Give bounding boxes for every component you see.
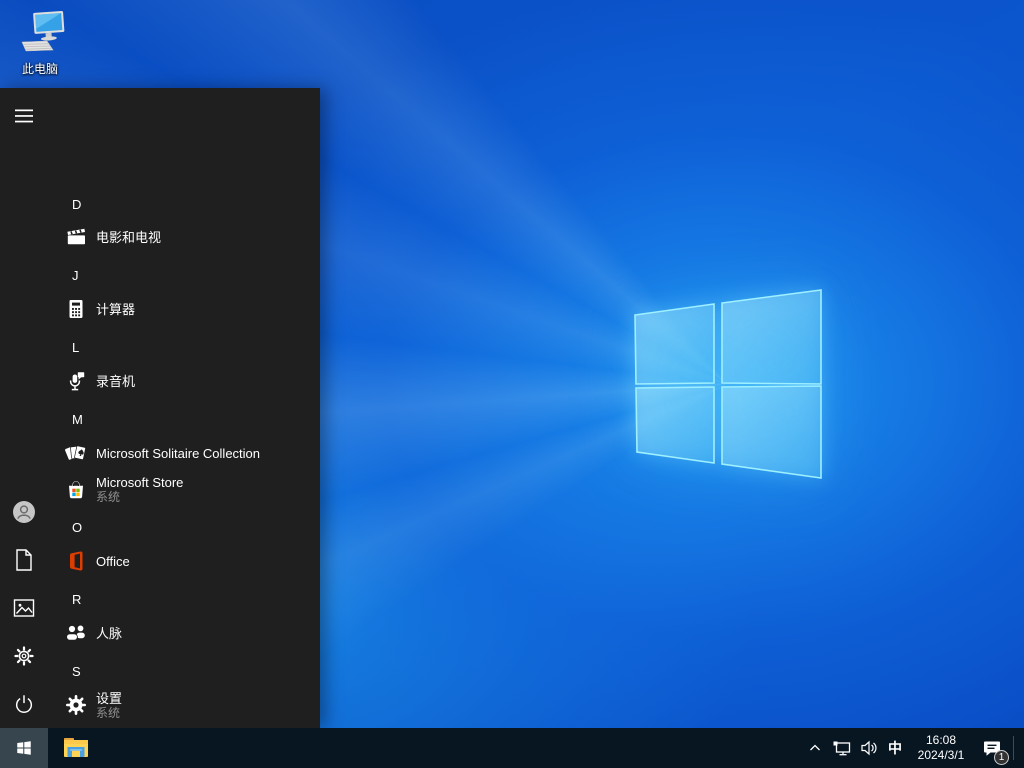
this-pc-label: 此电脑 — [21, 62, 58, 76]
letter-header-o[interactable]: O — [0, 510, 320, 544]
app-label: 录音机 — [96, 373, 136, 389]
hamburger-icon — [15, 109, 33, 123]
settings-gear-icon — [64, 693, 88, 717]
clock-time: 16:08 — [925, 733, 957, 747]
letter-label: S — [72, 663, 81, 679]
letter-label: J — [72, 267, 79, 283]
start-menu: D 电影和电视 J 计算器 L 录音机 M Microsoft Solitair… — [0, 88, 320, 728]
app-item-people[interactable]: 人脉 — [0, 616, 320, 650]
app-label: 计算器 — [96, 301, 136, 317]
taskbar: 中 16:08 2024/3/1 1 — [0, 728, 1024, 768]
app-item-solitaire[interactable]: Microsoft Solitaire Collection — [0, 436, 320, 470]
office-icon — [64, 549, 88, 573]
app-item-office[interactable]: Office — [0, 544, 320, 578]
clock[interactable]: 16:08 2024/3/1 — [908, 728, 974, 768]
windows-logo-icon — [17, 741, 31, 755]
ime-label: 中 — [888, 740, 902, 756]
tray-divider — [1013, 736, 1014, 760]
app-item-movies-tv[interactable]: 电影和电视 — [0, 220, 320, 254]
notification-badge: 1 — [994, 750, 1009, 765]
solitaire-icon — [64, 441, 88, 465]
network-icon — [833, 741, 850, 755]
this-pc-icon — [12, 11, 68, 58]
network-button[interactable] — [828, 728, 855, 768]
app-label: Microsoft Solitaire Collection — [96, 445, 261, 461]
volume-button[interactable] — [855, 728, 882, 768]
letter-header-d[interactable]: D — [0, 187, 320, 221]
app-item-voice-recorder[interactable]: 录音机 — [0, 364, 320, 398]
letter-header-r[interactable]: R — [0, 582, 320, 616]
letter-header-m[interactable]: M — [0, 402, 320, 436]
file-explorer-button[interactable] — [54, 728, 98, 768]
system-tray: 中 16:08 2024/3/1 1 — [802, 728, 1024, 768]
app-item-microsoft-store[interactable]: Microsoft Store 系统 — [0, 469, 320, 509]
app-label: Office — [96, 553, 130, 569]
people-icon — [64, 621, 88, 645]
letter-header-l[interactable]: L — [0, 330, 320, 364]
this-pc-desktop-icon[interactable]: 此电脑 — [8, 8, 72, 77]
app-label: 设置 — [96, 690, 123, 706]
app-label: 电影和电视 — [96, 229, 162, 245]
letter-label: L — [72, 339, 80, 355]
chevron-up-icon — [810, 744, 820, 751]
letter-label: D — [72, 196, 82, 212]
app-item-settings[interactable]: 设置 系统 — [0, 685, 320, 725]
app-item-calculator[interactable]: 计算器 — [0, 292, 320, 326]
letter-label: R — [72, 591, 82, 607]
app-label: 人脉 — [96, 625, 123, 641]
calculator-icon — [64, 297, 88, 321]
movies-tv-icon — [64, 225, 88, 249]
microsoft-store-icon — [64, 477, 88, 501]
letter-header-j[interactable]: J — [0, 258, 320, 292]
desktop-screen: 此电脑 D 电影和电视 J 计算器 L 录音机 M Microsoft Soli… — [0, 0, 1024, 768]
app-sublabel: 系统 — [96, 705, 121, 720]
ime-indicator[interactable]: 中 — [882, 728, 908, 768]
voice-recorder-icon — [64, 369, 88, 393]
action-center-button[interactable]: 1 — [974, 728, 1010, 768]
menu-hamburger-button[interactable] — [0, 92, 48, 140]
tray-show-hidden-icons-button[interactable] — [802, 728, 828, 768]
speaker-icon — [860, 740, 877, 756]
letter-label: O — [72, 519, 83, 535]
show-desktop-button[interactable] — [1015, 728, 1024, 768]
app-label: Microsoft Store — [96, 474, 184, 490]
start-button[interactable] — [0, 728, 48, 768]
app-sublabel: 系统 — [96, 489, 121, 504]
file-explorer-icon — [64, 738, 88, 757]
clock-date: 2024/3/1 — [917, 748, 965, 762]
letter-label: M — [72, 411, 83, 427]
letter-header-s[interactable]: S — [0, 654, 320, 688]
